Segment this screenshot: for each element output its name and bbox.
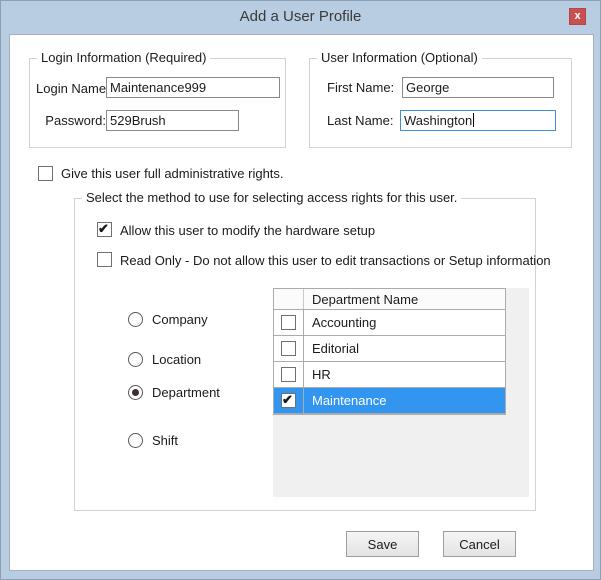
grid-header-row: Department Name <box>274 289 505 310</box>
read-only-checkbox[interactable] <box>97 252 112 267</box>
radio-department[interactable] <box>128 385 143 400</box>
close-button[interactable]: x <box>569 8 586 25</box>
table-row-editorial[interactable]: Editorial <box>274 336 505 362</box>
password-label: Password: <box>45 113 106 128</box>
save-button[interactable]: Save <box>346 531 419 557</box>
grid-header-label: Department Name <box>312 292 419 307</box>
cancel-button[interactable]: Cancel <box>443 531 516 557</box>
radio-shift[interactable] <box>128 433 143 448</box>
row-checkbox-hr[interactable] <box>281 367 296 382</box>
user-information-group: User Information (Optional) First Name: … <box>309 50 572 148</box>
access-rights-legend: Select the method to use for selecting a… <box>82 190 462 205</box>
admin-rights-checkbox[interactable] <box>38 166 53 181</box>
login-information-legend: Login Information (Required) <box>37 50 211 65</box>
radio-location[interactable] <box>128 352 143 367</box>
last-name-label: Last Name: <box>327 113 394 128</box>
login-name-label: Login Name: <box>36 81 110 96</box>
read-only-label: Read Only - Do not allow this user to ed… <box>120 253 551 268</box>
radio-shift-label: Shift <box>152 433 179 448</box>
last-name-input[interactable]: Washington <box>400 110 556 131</box>
add-user-profile-dialog: Add a User Profile x Login Information (… <box>0 0 601 580</box>
row-checkbox-accounting[interactable] <box>281 315 296 330</box>
text-cursor <box>473 113 475 127</box>
row-label-accounting: Accounting <box>312 315 377 330</box>
login-name-input[interactable] <box>106 77 280 98</box>
table-row-maintenance[interactable]: Maintenance <box>274 388 505 414</box>
radio-company[interactable] <box>128 312 143 327</box>
row-label-maintenance: Maintenance <box>312 393 387 408</box>
row-label-hr: HR <box>312 367 331 382</box>
password-input[interactable] <box>106 110 239 131</box>
row-label-editorial: Editorial <box>312 341 359 356</box>
first-name-label: First Name: <box>327 80 395 95</box>
row-checkbox-maintenance[interactable] <box>281 392 296 408</box>
radio-location-label: Location <box>152 352 202 367</box>
department-table: Department Name Accounting Editorial HR … <box>273 288 506 415</box>
dialog-title: Add a User Profile <box>239 8 362 25</box>
grid-header-checkbox-cell <box>274 289 304 309</box>
user-information-legend: User Information (Optional) <box>317 50 482 65</box>
dialog-content: Login Information (Required) Login Name:… <box>9 34 594 571</box>
last-name-value: Washington <box>404 113 473 128</box>
login-information-group: Login Information (Required) Login Name:… <box>29 50 286 148</box>
titlebar[interactable]: Add a User Profile x <box>1 1 600 34</box>
radio-department-label: Department <box>152 385 220 400</box>
radio-company-label: Company <box>152 312 208 327</box>
modify-hardware-checkbox[interactable] <box>97 221 112 237</box>
table-row-accounting[interactable]: Accounting <box>274 310 505 336</box>
table-row-hr[interactable]: HR <box>274 362 505 388</box>
first-name-input[interactable] <box>402 77 554 98</box>
modify-hardware-label: Allow this user to modify the hardware s… <box>120 223 376 238</box>
row-checkbox-editorial[interactable] <box>281 341 296 356</box>
access-rights-group: Select the method to use for selecting a… <box>74 190 551 511</box>
department-grid: Department Name Accounting Editorial HR … <box>273 288 529 497</box>
admin-rights-label: Give this user full administrative right… <box>61 166 284 181</box>
